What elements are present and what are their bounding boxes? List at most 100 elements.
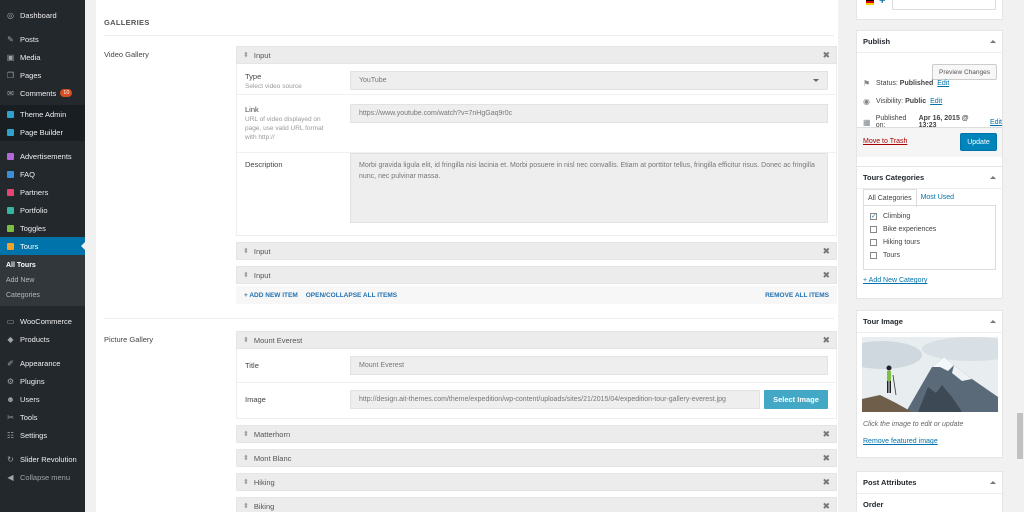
menu-users[interactable]: ☻ Users	[0, 390, 85, 408]
remove-featured-image-link[interactable]: Remove featured image	[863, 438, 938, 445]
menu-media[interactable]: ▣ Media	[0, 48, 85, 66]
close-icon[interactable]: ✖	[822, 453, 830, 464]
toggle-arrow-icon[interactable]	[990, 173, 996, 179]
menu-tours[interactable]: Tours	[0, 237, 85, 255]
category-item[interactable]: Bike experiences	[864, 223, 995, 236]
menu-posts[interactable]: ✎ Posts	[0, 30, 85, 48]
update-button[interactable]: Update	[960, 133, 997, 151]
category-item[interactable]: ✓ Climbing	[864, 210, 995, 223]
sort-arrows-icon[interactable]: ⬍	[243, 478, 249, 486]
remove-all-link[interactable]: REMOVE ALL ITEMS	[765, 292, 829, 299]
picture-item-header[interactable]: ⬍ Mount Everest ✖	[236, 331, 837, 349]
sort-arrows-icon[interactable]: ⬍	[243, 502, 249, 510]
tour-categories-header[interactable]: Tours Categories	[857, 167, 1002, 189]
menu-partners[interactable]: Partners	[0, 183, 85, 201]
menu-page-builder[interactable]: Page Builder	[0, 123, 85, 141]
picture-item-header[interactable]: ⬍ Mont Blanc ✖	[236, 449, 837, 467]
add-new-category-link[interactable]: + Add New Category	[863, 277, 927, 284]
eye-icon: ◉	[863, 97, 870, 106]
sort-arrows-icon[interactable]: ⬍	[243, 247, 249, 255]
sort-arrows-icon[interactable]: ⬍	[243, 430, 249, 438]
close-icon[interactable]: ✖	[822, 429, 830, 440]
chevron-down-icon	[813, 79, 819, 85]
advertisements-icon	[6, 152, 15, 161]
video-item-header[interactable]: ⬍ Input ✖	[236, 46, 837, 64]
post-attributes-header[interactable]: Post Attributes	[857, 472, 1002, 494]
select-image-button[interactable]: Select Image	[764, 390, 828, 409]
toggle-arrow-icon[interactable]	[990, 478, 996, 484]
pages-icon: ❐	[6, 70, 15, 80]
close-icon[interactable]: ✖	[822, 335, 830, 346]
admin-sidebar: ◎ Dashboard ✎ Posts ▣ Media ❐ Pages ✉ Comment…	[0, 0, 85, 512]
menu-woocommerce[interactable]: ▭ WooCommerce	[0, 312, 85, 330]
checkbox[interactable]	[870, 239, 877, 246]
submenu-add-new[interactable]: Add New	[0, 273, 85, 288]
menu-slider-revolution[interactable]: ↻ Slider Revolution	[0, 450, 85, 468]
menu-portfolio[interactable]: Portfolio	[0, 201, 85, 219]
close-icon[interactable]: ✖	[822, 270, 830, 281]
video-link-input[interactable]: https://www.youtube.com/watch?v=7nHgGaq9…	[350, 104, 828, 123]
flag-icon[interactable]	[866, 0, 874, 5]
picture-item-header[interactable]: ⬍ Hiking ✖	[236, 473, 837, 491]
close-icon[interactable]: ✖	[822, 50, 830, 61]
toggle-arrow-icon[interactable]	[990, 317, 996, 323]
sort-arrows-icon[interactable]: ⬍	[243, 454, 249, 462]
title-row: Title Mount Everest	[237, 349, 836, 383]
menu-toggles[interactable]: Toggles	[0, 219, 85, 237]
open-collapse-link[interactable]: OPEN/COLLAPSE ALL ITEMS	[306, 292, 397, 299]
move-to-trash-link[interactable]: Move to Trash	[863, 138, 907, 145]
toggle-arrow-icon[interactable]	[990, 37, 996, 43]
sort-arrows-icon[interactable]: ⬍	[243, 271, 249, 279]
featured-image[interactable]	[862, 337, 998, 412]
checkbox[interactable]	[870, 226, 877, 233]
category-item[interactable]: Tours	[864, 249, 995, 262]
edit-visibility-link[interactable]: Edit	[930, 98, 942, 105]
video-gallery: ⬍ Input ✖ Type Select video source YouTu…	[236, 46, 837, 304]
menu-faq[interactable]: FAQ	[0, 165, 85, 183]
menu-pages[interactable]: ❐ Pages	[0, 66, 85, 84]
image-url-input[interactable]: http://design.ait-themes.com/theme/exped…	[350, 390, 760, 409]
scrollbar-thumb[interactable]	[1017, 413, 1023, 459]
sort-arrows-icon[interactable]: ⬍	[243, 336, 249, 344]
checkbox[interactable]	[870, 252, 877, 259]
publish-box: Publish Preview Changes ⚑ Status: Publishe…	[856, 30, 1003, 187]
menu-theme-admin[interactable]: Theme Admin	[0, 105, 85, 123]
menu-products[interactable]: ◆ Products	[0, 330, 85, 348]
close-icon[interactable]: ✖	[822, 501, 830, 512]
close-icon[interactable]: ✖	[822, 246, 830, 257]
close-icon[interactable]: ✖	[822, 477, 830, 488]
edit-status-link[interactable]: Edit	[937, 80, 949, 87]
menu-advertisements[interactable]: Advertisements	[0, 147, 85, 165]
submenu-all-tours[interactable]: All Tours	[0, 258, 85, 273]
menu-tools[interactable]: ✂ Tools	[0, 408, 85, 426]
menu-dashboard[interactable]: ◎ Dashboard	[0, 6, 85, 24]
tour-image-header[interactable]: Tour Image	[857, 311, 1002, 333]
publish-header[interactable]: Publish	[857, 31, 1002, 53]
edit-date-link[interactable]: Edit	[990, 119, 1002, 126]
preview-changes-button[interactable]: Preview Changes	[932, 64, 997, 80]
video-item-header[interactable]: ⬍ Input ✖	[236, 242, 837, 260]
picture-item-header[interactable]: ⬍ Matterhorn ✖	[236, 425, 837, 443]
sort-arrows-icon[interactable]: ⬍	[243, 51, 249, 59]
description-textarea[interactable]: Morbi gravida ligula elit, id fringilla …	[350, 153, 828, 223]
plus-icon[interactable]: +	[879, 0, 885, 7]
menu-appearance[interactable]: ✐ Appearance	[0, 354, 85, 372]
menu-plugins[interactable]: ⚙ Plugins	[0, 372, 85, 390]
video-item-header[interactable]: ⬍ Input ✖	[236, 266, 837, 284]
category-item[interactable]: Hiking tours	[864, 236, 995, 249]
page-scrollbar[interactable]	[1016, 0, 1024, 512]
galleries-panel: GALLERIES Video Gallery ⬍ Input ✖ Type S…	[96, 0, 838, 512]
media-icon: ▣	[6, 52, 15, 62]
menu-comments[interactable]: ✉ Comments 10	[0, 84, 85, 102]
collapse-menu[interactable]: ◀ Collapse menu	[0, 468, 85, 486]
checkbox-checked[interactable]: ✓	[870, 213, 877, 220]
publish-actions: Move to Trash Update	[857, 127, 1002, 157]
picture-title-input[interactable]: Mount Everest	[350, 356, 828, 375]
submenu-categories[interactable]: Categories	[0, 288, 85, 303]
menu-settings[interactable]: ☷ Settings	[0, 426, 85, 444]
language-input[interactable]	[892, 0, 996, 10]
picture-item-header[interactable]: ⬍ Biking ✖	[236, 497, 837, 512]
video-source-select[interactable]: YouTube	[350, 71, 828, 90]
add-new-item-link[interactable]: + ADD NEW ITEM	[244, 292, 298, 299]
type-row: Type Select video source YouTube	[237, 64, 836, 95]
